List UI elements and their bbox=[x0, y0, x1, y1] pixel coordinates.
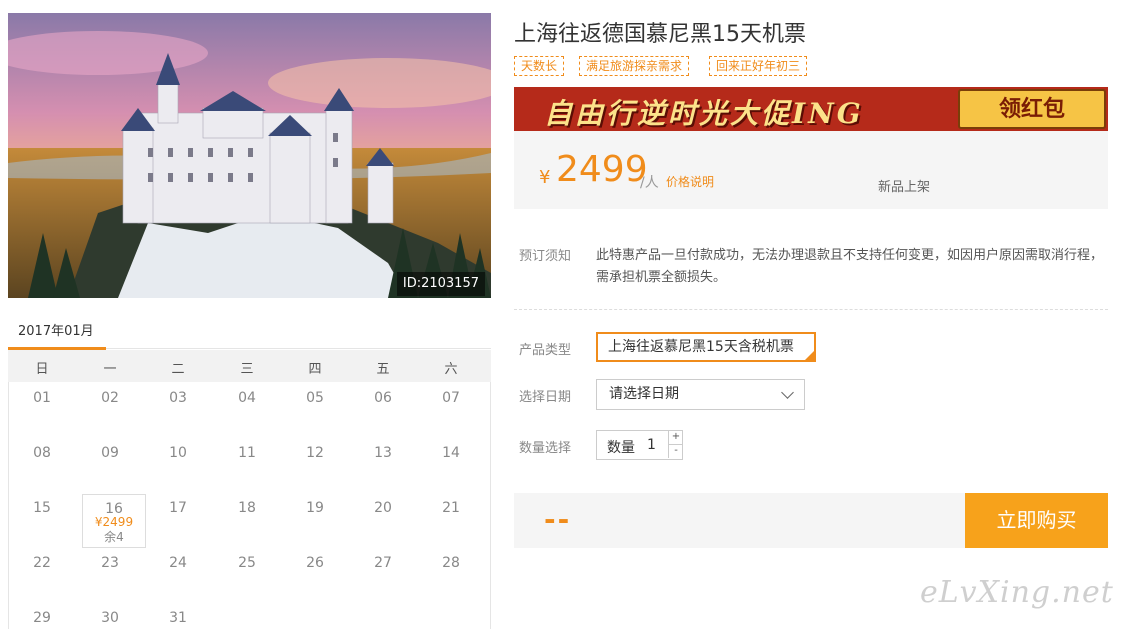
product-image: ID:2103157 bbox=[8, 13, 491, 298]
calendar-day[interactable]: 07 bbox=[417, 390, 485, 406]
weekday-label: 一 bbox=[103, 362, 117, 377]
product-type-option-text: 上海往返慕尼黑15天含税机票 bbox=[608, 339, 794, 355]
calendar-day[interactable]: 27 bbox=[349, 555, 417, 571]
calendar-month-tab[interactable]: 2017年01月 bbox=[18, 320, 94, 339]
calendar-day[interactable]: 20 bbox=[349, 500, 417, 516]
weekday-label: 六 bbox=[444, 362, 458, 377]
calendar-day[interactable]: 11 bbox=[213, 445, 281, 461]
calendar-day[interactable]: 14 bbox=[417, 445, 485, 461]
price-unit: /人 bbox=[640, 175, 659, 191]
tag-badge: 满足旅游探亲需求 bbox=[579, 56, 690, 76]
calendar-day[interactable]: 02 bbox=[76, 390, 144, 406]
notice-text: 此特惠产品一旦付款成功，无法办理退款且不支持任何变更，如因用户原因需取消行程，需… bbox=[596, 248, 1104, 285]
calendar-day[interactable]: 25 bbox=[213, 555, 281, 571]
calendar-day[interactable]: 04 bbox=[213, 390, 281, 406]
calendar-day[interactable]: 01 bbox=[8, 390, 76, 406]
calendar-day-selected[interactable]: 16 ¥2499 余4 bbox=[82, 494, 146, 548]
quantity-increment-button[interactable]: + bbox=[668, 431, 683, 445]
calendar-day[interactable]: 18 bbox=[213, 500, 281, 516]
quantity-field-label: 数量 bbox=[607, 440, 635, 456]
price-explanation-link[interactable]: 价格说明 bbox=[666, 173, 714, 190]
calendar-day[interactable]: 22 bbox=[8, 555, 76, 571]
new-arrival-label: 新品上架 bbox=[878, 180, 931, 195]
castle-illustration bbox=[8, 13, 491, 298]
buy-now-button[interactable]: 立即购买 bbox=[965, 493, 1108, 548]
quantity-decrement-button[interactable]: - bbox=[668, 445, 683, 458]
tag-badge: 回来正好年初三 bbox=[709, 56, 808, 76]
calendar-day-remaining: 余4 bbox=[104, 530, 124, 544]
price-panel: ¥ 2499 /人 价格说明 新品上架 bbox=[514, 131, 1108, 209]
date-label: 选择日期 bbox=[519, 390, 572, 405]
calendar-border-right bbox=[490, 382, 491, 629]
promo-banner[interactable]: 自由行逆时光大促ING 领红包 bbox=[514, 87, 1108, 131]
calendar-weekday-header: 日一二三四五六 bbox=[8, 350, 491, 382]
date-select[interactable]: 请选择日期 bbox=[596, 379, 805, 410]
product-type-label: 产品类型 bbox=[519, 343, 572, 358]
calendar-day[interactable]: 05 bbox=[281, 390, 349, 406]
calendar-day[interactable]: 08 bbox=[8, 445, 76, 461]
calendar-day[interactable]: 26 bbox=[281, 555, 349, 571]
quantity-stepper[interactable]: 数量 1 + - bbox=[596, 430, 683, 460]
chevron-down-icon bbox=[781, 386, 794, 399]
site-watermark: eLvXing.net bbox=[920, 575, 1114, 610]
section-divider bbox=[514, 309, 1108, 310]
weekday-label: 四 bbox=[308, 362, 322, 377]
calendar-day[interactable]: 13 bbox=[349, 445, 417, 461]
weekday-label: 五 bbox=[376, 362, 390, 377]
calendar-day[interactable]: 15 bbox=[8, 500, 76, 516]
date-select-placeholder: 请选择日期 bbox=[609, 386, 679, 402]
quantity-value[interactable]: 1 bbox=[647, 437, 656, 453]
purchase-bar: -- 立即购买 bbox=[514, 493, 1108, 548]
calendar-day[interactable]: 28 bbox=[417, 555, 485, 571]
total-price: -- bbox=[544, 503, 572, 536]
product-type-option[interactable]: 上海往返慕尼黑15天含税机票 bbox=[596, 332, 816, 362]
promo-text: 自由行逆时光大促ING bbox=[544, 97, 864, 130]
product-title: 上海往返德国慕尼黑15天机票 bbox=[514, 22, 806, 47]
red-envelope-button[interactable]: 领红包 bbox=[958, 89, 1106, 129]
calendar-day[interactable]: 31 bbox=[144, 610, 212, 626]
calendar-day[interactable]: 03 bbox=[144, 390, 212, 406]
calendar-day[interactable]: 24 bbox=[144, 555, 212, 571]
weekday-label: 二 bbox=[171, 362, 185, 377]
quantity-label: 数量选择 bbox=[519, 441, 572, 456]
calendar-day[interactable]: 30 bbox=[76, 610, 144, 626]
calendar-day[interactable]: 12 bbox=[281, 445, 349, 461]
calendar-day-price: ¥2499 bbox=[94, 515, 134, 529]
price-currency: ¥ bbox=[539, 167, 551, 188]
calendar-day[interactable]: 06 bbox=[349, 390, 417, 406]
notice-label: 预订须知 bbox=[519, 249, 572, 264]
calendar-day[interactable]: 23 bbox=[76, 555, 144, 571]
calendar-day[interactable]: 09 bbox=[76, 445, 144, 461]
tag-badge: 天数长 bbox=[514, 56, 565, 76]
weekday-label: 三 bbox=[240, 362, 254, 377]
image-id-badge: ID:2103157 bbox=[396, 272, 485, 296]
calendar-day[interactable]: 19 bbox=[281, 500, 349, 516]
calendar-day[interactable]: 17 bbox=[144, 500, 212, 516]
calendar-day[interactable]: 21 bbox=[417, 500, 485, 516]
calendar-day[interactable]: 10 bbox=[144, 445, 212, 461]
selected-corner-icon bbox=[804, 350, 815, 361]
weekday-label: 日 bbox=[35, 362, 49, 377]
price-value: 2499 bbox=[556, 149, 648, 190]
calendar-day[interactable]: 29 bbox=[8, 610, 76, 626]
